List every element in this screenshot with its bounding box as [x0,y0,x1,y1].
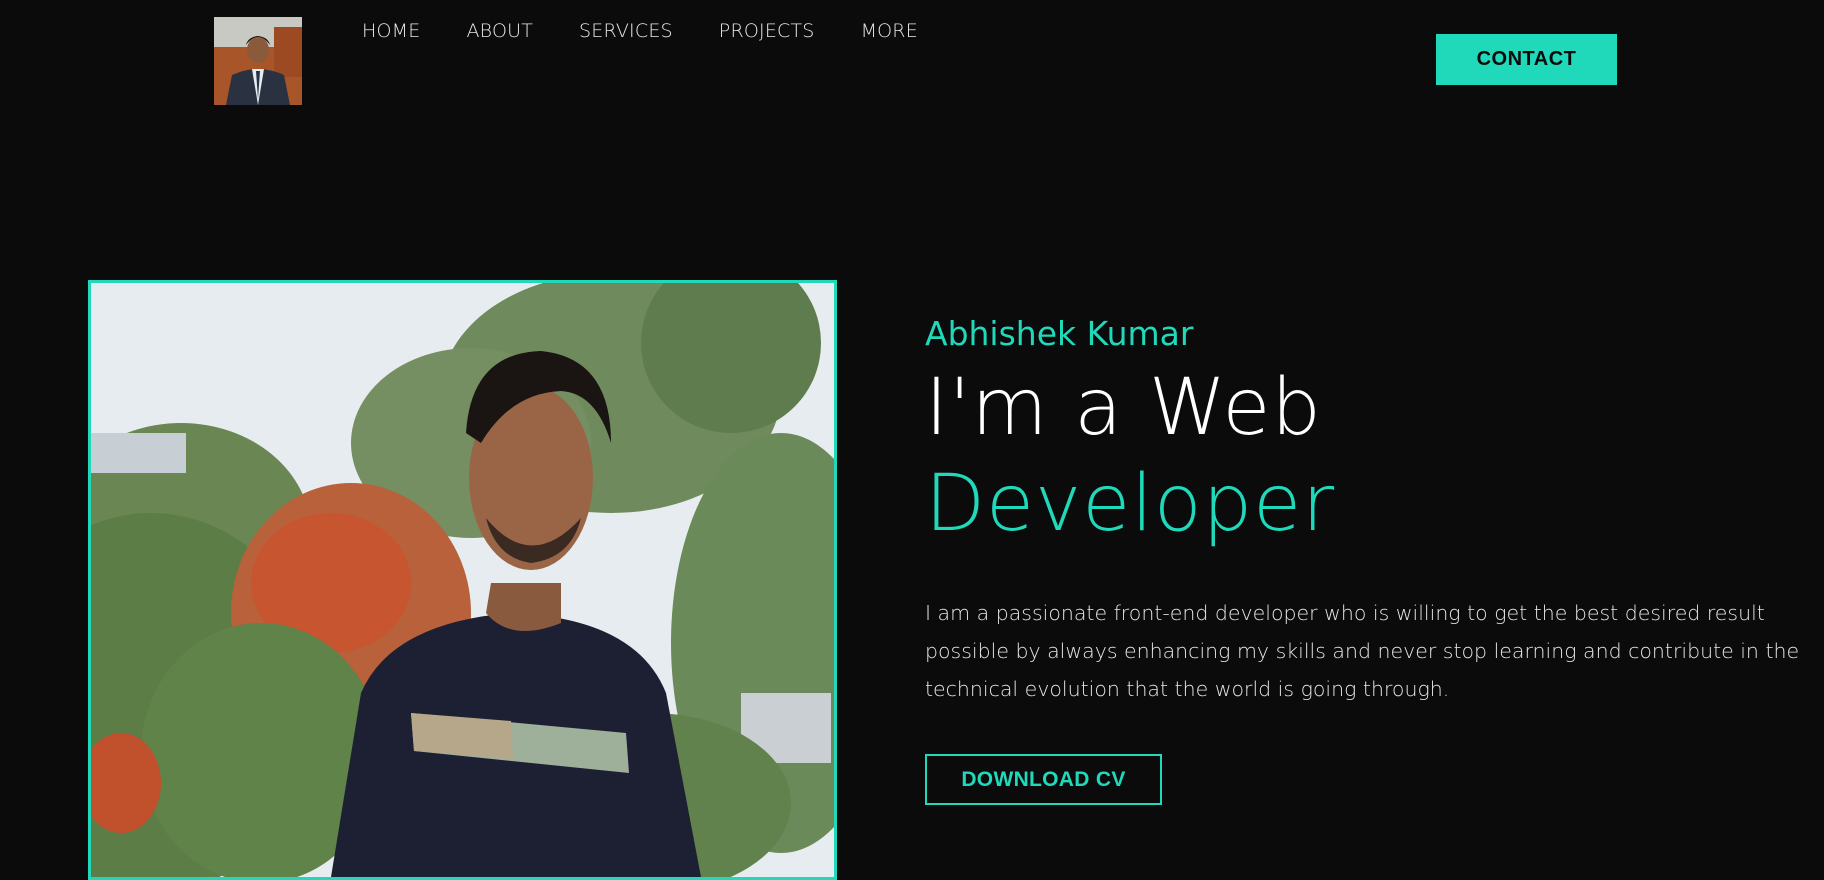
download-cv-button[interactable]: DOWNLOAD CV [925,754,1162,805]
contact-button[interactable]: CONTACT [1436,34,1617,85]
hero-title-line2: Developer [925,459,1336,549]
logo-avatar[interactable] [214,17,302,105]
nav-home[interactable]: HOME [362,20,420,42]
nav-projects[interactable]: PROJECTS [719,20,815,42]
hero-name: Abhishek Kumar [925,314,1194,353]
avatar-portrait-image [214,17,302,105]
nav-more[interactable]: MORE [861,20,918,42]
main-nav: HOME ABOUT SERVICES PROJECTS MORE [362,20,918,42]
hero-title: I'm a Web Developer [925,360,1824,552]
nav-services[interactable]: SERVICES [579,20,673,42]
site-header: HOME ABOUT SERVICES PROJECTS MORE CONTAC… [0,0,1824,110]
hero-description: I am a passionate front-end developer wh… [925,601,1800,701]
nav-about[interactable]: ABOUT [466,20,533,42]
hero-photo [88,280,837,880]
hero-intro: Abhishek Kumar I'm a Web Developer I am … [925,312,1824,729]
hero-portrait-image [91,283,834,877]
hero-title-line1: I'm a Web [925,363,1322,453]
